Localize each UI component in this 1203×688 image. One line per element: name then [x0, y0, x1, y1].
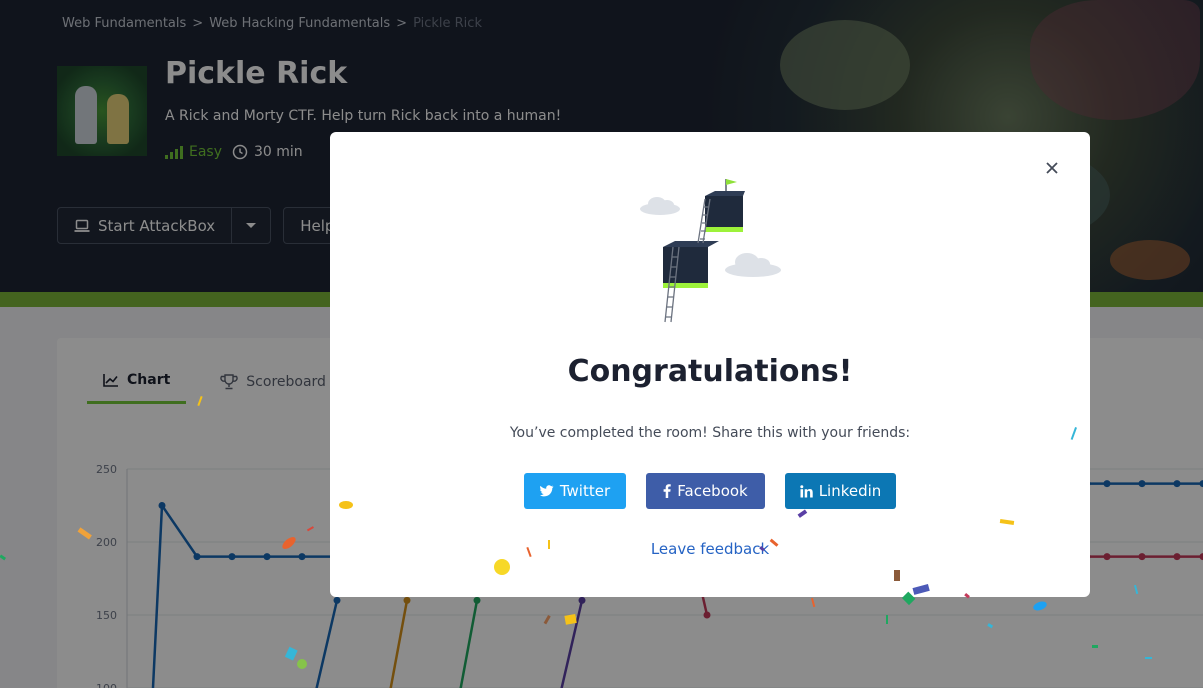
share-buttons: Twitter Facebook Linkedin — [524, 473, 896, 509]
facebook-icon — [663, 484, 671, 498]
twitter-icon — [539, 485, 554, 497]
completion-modal: Congratulations! You’ve completed the ro… — [330, 132, 1090, 597]
close-icon — [1046, 162, 1058, 174]
share-linkedin-label: Linkedin — [818, 482, 882, 500]
close-button[interactable] — [1041, 157, 1063, 179]
share-twitter-label: Twitter — [559, 482, 611, 500]
modal-title: Congratulations! — [567, 354, 853, 389]
share-twitter-button[interactable]: Twitter — [524, 473, 626, 509]
share-linkedin-button[interactable]: Linkedin — [785, 473, 896, 509]
modal-message: You’ve completed the room! Share this wi… — [509, 425, 911, 441]
leave-feedback-link[interactable]: Leave feedback — [330, 540, 1090, 558]
share-facebook-button[interactable]: Facebook — [646, 473, 765, 509]
linkedin-icon — [799, 484, 813, 497]
share-facebook-label: Facebook — [677, 482, 748, 500]
floating-cubes-illustration — [640, 179, 781, 323]
